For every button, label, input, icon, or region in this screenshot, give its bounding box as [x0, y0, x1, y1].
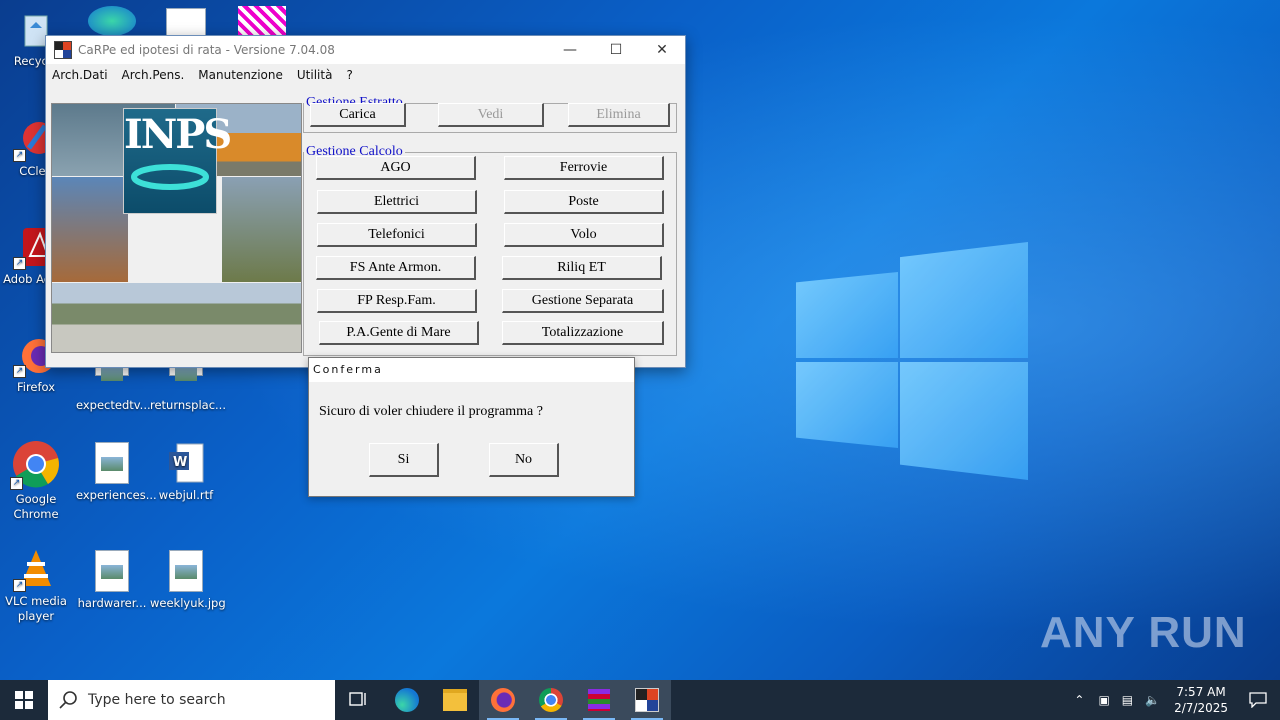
telefonici-button[interactable]: Telefonici: [317, 223, 477, 247]
start-button[interactable]: [0, 680, 48, 720]
desktop-icon-label: VLC media player: [5, 594, 67, 623]
desktop-icon-label: hardwarer...: [77, 596, 147, 610]
photo-pylon: [222, 177, 301, 282]
minimize-button[interactable]: —: [547, 36, 593, 64]
desktop-icon-experiences[interactable]: experiences...: [76, 442, 157, 503]
taskbar-chrome[interactable]: [527, 680, 575, 720]
carpe-app-icon: [635, 688, 659, 712]
window-title: CaRPe ed ipotesi di rata - Versione 7.04…: [78, 43, 335, 57]
search-placeholder: Type here to search: [88, 692, 226, 708]
pa-gente-di-mare-button[interactable]: P.A.Gente di Mare: [319, 321, 479, 345]
carpe-window: CaRPe ed ipotesi di rata - Versione 7.04…: [45, 35, 686, 368]
dialog-title[interactable]: Conferma: [309, 358, 634, 382]
search-icon: [59, 691, 77, 709]
menu-utilita[interactable]: Utilità: [297, 68, 333, 82]
menu-bar: Arch.Dati Arch.Pens. Manutenzione Utilit…: [46, 64, 685, 86]
image-file-icon: [91, 550, 133, 592]
desktop-icon-label: expectedtv...: [76, 398, 151, 412]
windows-start-icon: [15, 691, 33, 709]
image-file-icon: [91, 442, 133, 484]
photo-building: [52, 283, 301, 352]
menu-manutenzione[interactable]: Manutenzione: [198, 68, 283, 82]
taskbar-firefox[interactable]: [479, 680, 527, 720]
edge-icon: [395, 688, 419, 712]
clock[interactable]: 7:57 AM 2/7/2025: [1174, 684, 1228, 716]
windows-logo-wallpaper: [796, 242, 1028, 480]
menu-arch-pens[interactable]: Arch.Pens.: [122, 68, 185, 82]
task-view-button[interactable]: [335, 680, 383, 720]
app-icon: [54, 41, 72, 59]
taskbar-search[interactable]: Type here to search: [48, 680, 335, 720]
maximize-button[interactable]: ☐: [593, 36, 639, 64]
carpe-desktop-icon[interactable]: [238, 6, 286, 36]
menu-arch-dati[interactable]: Arch.Dati: [52, 68, 108, 82]
inps-logo: INPS: [123, 108, 232, 214]
desktop-icon-label: experiences...: [76, 488, 157, 502]
taskbar-file-explorer[interactable]: [431, 680, 479, 720]
poste-button[interactable]: Poste: [504, 190, 664, 214]
desktop-icon-label: webjul.rtf: [158, 488, 214, 502]
si-button[interactable]: Si: [369, 443, 439, 477]
photo-tower: [52, 177, 128, 282]
desktop-icon-webjul[interactable]: W webjul.rtf: [150, 442, 222, 503]
chevron-up-icon[interactable]: ⌃: [1074, 693, 1084, 707]
ferrovie-button[interactable]: Ferrovie: [504, 156, 664, 180]
elimina-button[interactable]: Elimina: [568, 103, 670, 127]
elettrici-button[interactable]: Elettrici: [317, 190, 477, 214]
vlc-icon: ↗: [13, 548, 57, 592]
taskbar: Type here to search ⌃ ▣ ▤ 🔈 7:57 AM 2/7/…: [0, 680, 1280, 720]
meet-now-icon[interactable]: ▣: [1098, 693, 1109, 707]
anyrun-watermark: ANY RUN: [1040, 608, 1247, 657]
taskbar-edge[interactable]: [383, 680, 431, 720]
taskbar-carpe[interactable]: [623, 680, 671, 720]
no-button[interactable]: No: [489, 443, 559, 477]
conferma-dialog: Conferma Sicuro di voler chiudere il pro…: [308, 357, 635, 497]
task-view-icon: [349, 692, 366, 706]
system-tray: ⌃ ▣ ▤ 🔈 7:57 AM 2/7/2025: [1066, 680, 1280, 720]
ago-button[interactable]: AGO: [316, 156, 476, 180]
window-titlebar[interactable]: CaRPe ed ipotesi di rata - Versione 7.04…: [46, 36, 685, 64]
close-button[interactable]: ✕: [639, 36, 685, 64]
word-document-icon: W: [165, 442, 207, 484]
svg-text:W: W: [173, 455, 187, 470]
desktop-icon-label: weeklyuk.jpg: [150, 596, 226, 610]
chrome-icon: [539, 688, 563, 712]
folder-icon: [443, 689, 467, 711]
volume-icon[interactable]: 🔈: [1145, 693, 1160, 707]
desktop-icon-hardwarer[interactable]: hardwarer...: [76, 550, 148, 611]
edge-desktop-icon[interactable]: [88, 6, 136, 36]
notification-button[interactable]: [1236, 692, 1280, 708]
fp-resp-fam-button[interactable]: FP Resp.Fam.: [317, 289, 477, 313]
desktop-icon-label: Google Chrome: [13, 492, 59, 521]
desktop-icon-label: returnsplac...: [150, 398, 226, 412]
menu-help[interactable]: ?: [346, 68, 352, 82]
desktop-icon-google-chrome[interactable]: ↗ Google Chrome: [0, 440, 72, 522]
network-icon[interactable]: ▤: [1122, 693, 1133, 707]
totalizzazione-button[interactable]: Totalizzazione: [502, 321, 664, 345]
volo-button[interactable]: Volo: [504, 223, 664, 247]
notification-icon: [1249, 692, 1267, 708]
winrar-icon: [588, 689, 610, 711]
carica-button[interactable]: Carica: [310, 103, 406, 127]
word-desktop-icon[interactable]: [166, 8, 206, 38]
taskbar-winrar[interactable]: [575, 680, 623, 720]
dialog-message: Sicuro di voler chiudere il programma ?: [319, 404, 543, 419]
chrome-icon: ↗: [10, 440, 60, 490]
inps-swirl-icon: [131, 164, 209, 190]
vedi-button[interactable]: Vedi: [438, 103, 544, 127]
fs-ante-armon-button[interactable]: FS Ante Armon.: [316, 256, 476, 280]
clock-time: 7:57 AM: [1176, 685, 1226, 699]
desktop-icon-weeklyuk[interactable]: weeklyuk.jpg: [150, 550, 226, 611]
desktop-icon-label: Firefox: [16, 380, 56, 394]
image-file-icon: [165, 550, 207, 592]
clock-date: 2/7/2025: [1174, 701, 1228, 715]
gestione-separata-button[interactable]: Gestione Separata: [502, 289, 664, 313]
riliq-et-button[interactable]: Riliq ET: [502, 256, 662, 280]
firefox-icon: [491, 688, 515, 712]
desktop-icon-vlc[interactable]: ↗ VLC media player: [0, 548, 72, 624]
